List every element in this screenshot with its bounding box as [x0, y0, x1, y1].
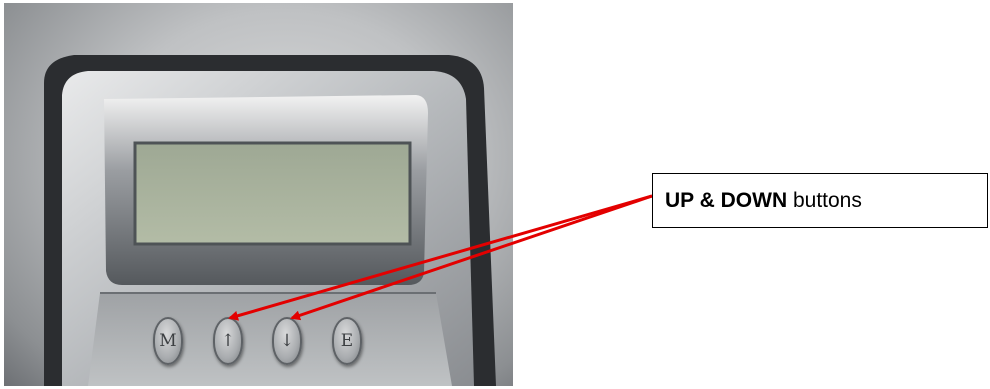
lcd-screen: [133, 141, 412, 246]
callout-rest-text: buttons: [787, 188, 862, 212]
callout-label: UP & DOWN buttons: [652, 173, 988, 228]
device-photo: M ↑ ↓ E: [4, 3, 513, 386]
up-button[interactable]: ↑: [213, 317, 243, 365]
m-button[interactable]: M: [153, 317, 183, 365]
device-body: [44, 55, 496, 386]
callout-bold-text: UP & DOWN: [665, 188, 788, 212]
e-button[interactable]: E: [332, 317, 362, 365]
down-button[interactable]: ↓: [272, 317, 302, 365]
button-panel: [88, 293, 452, 386]
